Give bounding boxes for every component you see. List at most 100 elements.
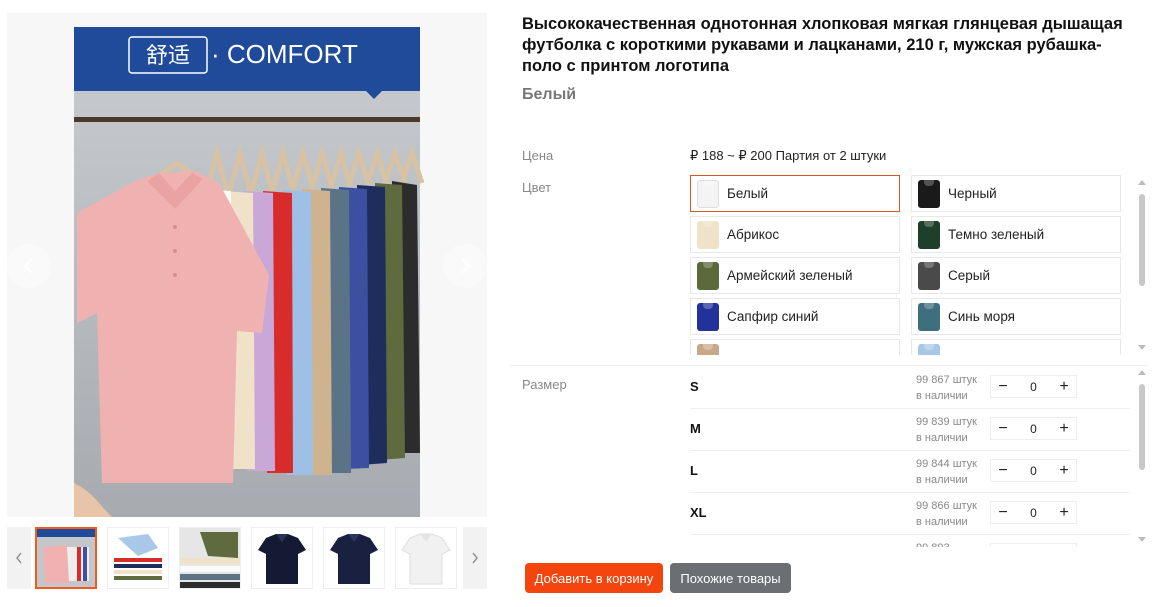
- size-row: 99 893−+: [690, 535, 1130, 547]
- banner-cn-text: 舒适: [146, 44, 190, 69]
- stock-info: 99 867 штук в наличии: [916, 372, 977, 404]
- thumbs-next-button[interactable]: [463, 527, 487, 589]
- plus-icon[interactable]: +: [1052, 544, 1076, 548]
- banner-en-text: · COMFORT: [211, 39, 358, 69]
- stock-count: 99 893: [916, 540, 950, 547]
- color-scrollbar[interactable]: [1138, 180, 1146, 350]
- color-option-label: Серый: [948, 268, 991, 283]
- size-row: S99 867 штукв наличии−+: [690, 367, 1130, 409]
- color-swatch-image: [697, 302, 719, 331]
- color-option[interactable]: Сапфир синий: [690, 298, 900, 335]
- product-title: Высококачественная однотонная хлопковая …: [522, 15, 1123, 75]
- thumbnail-5[interactable]: [323, 527, 385, 589]
- color-option[interactable]: Черный: [911, 175, 1121, 212]
- product-gallery: 舒适 · COMFORT: [7, 13, 487, 589]
- stock-note: в наличии: [916, 432, 968, 444]
- quantity-stepper: −+: [990, 459, 1077, 482]
- minus-icon[interactable]: −: [991, 376, 1015, 397]
- color-swatch-image: [697, 220, 719, 249]
- size-label: Размер: [522, 377, 567, 392]
- thumbnail-3[interactable]: [179, 527, 241, 589]
- size-name: L: [690, 463, 698, 478]
- minus-icon[interactable]: −: [991, 502, 1015, 523]
- stock-note: в наличии: [916, 516, 968, 528]
- selected-color-name: Белый: [522, 86, 577, 103]
- size-scrollbar[interactable]: [1138, 370, 1146, 542]
- color-swatch-image: [918, 261, 940, 290]
- minus-icon[interactable]: −: [991, 544, 1015, 548]
- thumbs-prev-button[interactable]: [7, 527, 31, 589]
- quantity-input[interactable]: [1015, 505, 1052, 520]
- price-label: Цена: [522, 148, 554, 163]
- size-row: XL99 866 штукв наличии−+: [690, 493, 1130, 535]
- color-swatch-image: [697, 261, 719, 290]
- color-option-label: Белый: [727, 186, 769, 201]
- color-label: Цвет: [522, 180, 552, 195]
- quantity-stepper: −+: [990, 543, 1077, 547]
- add-to-cart-button[interactable]: Добавить в корзину: [525, 563, 663, 593]
- quantity-stepper: −+: [990, 417, 1077, 440]
- chevron-right-icon: [472, 552, 478, 564]
- quantity-input[interactable]: [1015, 463, 1052, 478]
- stock-note: в наличии: [916, 390, 968, 402]
- color-swatch-image: [918, 343, 940, 355]
- quantity-stepper: −+: [990, 501, 1077, 524]
- stock-count: 99 867 штук: [916, 374, 977, 386]
- color-swatch-image: [918, 220, 940, 249]
- color-option[interactable]: Абрикос: [690, 216, 900, 253]
- size-name: XL: [690, 505, 707, 520]
- stock-info: 99 893: [916, 540, 950, 547]
- color-option-label: Черный: [948, 186, 997, 201]
- quantity-stepper: −+: [990, 375, 1077, 398]
- chevron-left-icon: [16, 552, 22, 564]
- color-option-label: Абрикос: [727, 227, 780, 242]
- product-photo: 舒适 · COMFORT: [7, 13, 487, 517]
- stock-info: 99 839 штук в наличии: [916, 414, 977, 446]
- thumbnail-strip: [7, 527, 487, 589]
- size-row: M99 839 штукв наличии−+: [690, 409, 1130, 451]
- size-name: M: [690, 421, 701, 436]
- main-product-image[interactable]: 舒适 · COMFORT: [7, 13, 487, 517]
- chevron-right-icon: [461, 258, 471, 274]
- color-option-label: Синь моря: [948, 309, 1015, 324]
- thumbnail-4[interactable]: [251, 527, 313, 589]
- size-options: S99 867 штукв наличии−+M99 839 штукв нал…: [690, 367, 1130, 547]
- color-option-label: Сапфир синий: [727, 309, 819, 324]
- color-option[interactable]: Серый: [911, 257, 1121, 294]
- color-option-label: Темно зеленый: [948, 227, 1045, 242]
- color-option-label: Армейский зеленый: [727, 268, 853, 283]
- stock-count: 99 866 штук: [916, 500, 977, 512]
- size-name: S: [690, 379, 699, 394]
- similar-products-button[interactable]: Похожие товары: [670, 563, 791, 593]
- color-swatch-image: [918, 179, 940, 208]
- thumbnail-1[interactable]: [35, 527, 97, 589]
- minus-icon[interactable]: −: [991, 418, 1015, 439]
- color-option[interactable]: Белый: [690, 175, 900, 212]
- stock-info: 99 844 штук в наличии: [916, 456, 977, 488]
- prev-image-button[interactable]: [7, 244, 51, 288]
- color-options: Белый Черный Абрикос Темно зеленый Армейский…: [690, 175, 1132, 355]
- section-divider: [510, 365, 1148, 366]
- thumbnail-list: [31, 527, 463, 589]
- next-image-button[interactable]: [443, 244, 487, 288]
- quantity-input[interactable]: [1015, 379, 1052, 394]
- color-option[interactable]: Темно зеленый: [911, 216, 1121, 253]
- plus-icon[interactable]: +: [1052, 376, 1076, 397]
- color-option[interactable]: [690, 339, 900, 355]
- color-option[interactable]: Армейский зеленый: [690, 257, 900, 294]
- quantity-input[interactable]: [1015, 421, 1052, 436]
- thumbnail-2[interactable]: [107, 527, 169, 589]
- color-option[interactable]: Синь моря: [911, 298, 1121, 335]
- plus-icon[interactable]: +: [1052, 460, 1076, 481]
- price-value: ₽ 188 ~ ₽ 200 Партия от 2 штуки: [690, 148, 887, 163]
- thumbnail-6[interactable]: [395, 527, 457, 589]
- chevron-left-icon: [23, 258, 33, 274]
- color-swatch-image: [918, 302, 940, 331]
- minus-icon[interactable]: −: [991, 460, 1015, 481]
- plus-icon[interactable]: +: [1052, 502, 1076, 523]
- product-info: Высококачественная однотонная хлопковая …: [522, 14, 1147, 104]
- plus-icon[interactable]: +: [1052, 418, 1076, 439]
- stock-note: в наличии: [916, 474, 968, 486]
- stock-info: 99 866 штук в наличии: [916, 498, 977, 530]
- color-option[interactable]: [911, 339, 1121, 355]
